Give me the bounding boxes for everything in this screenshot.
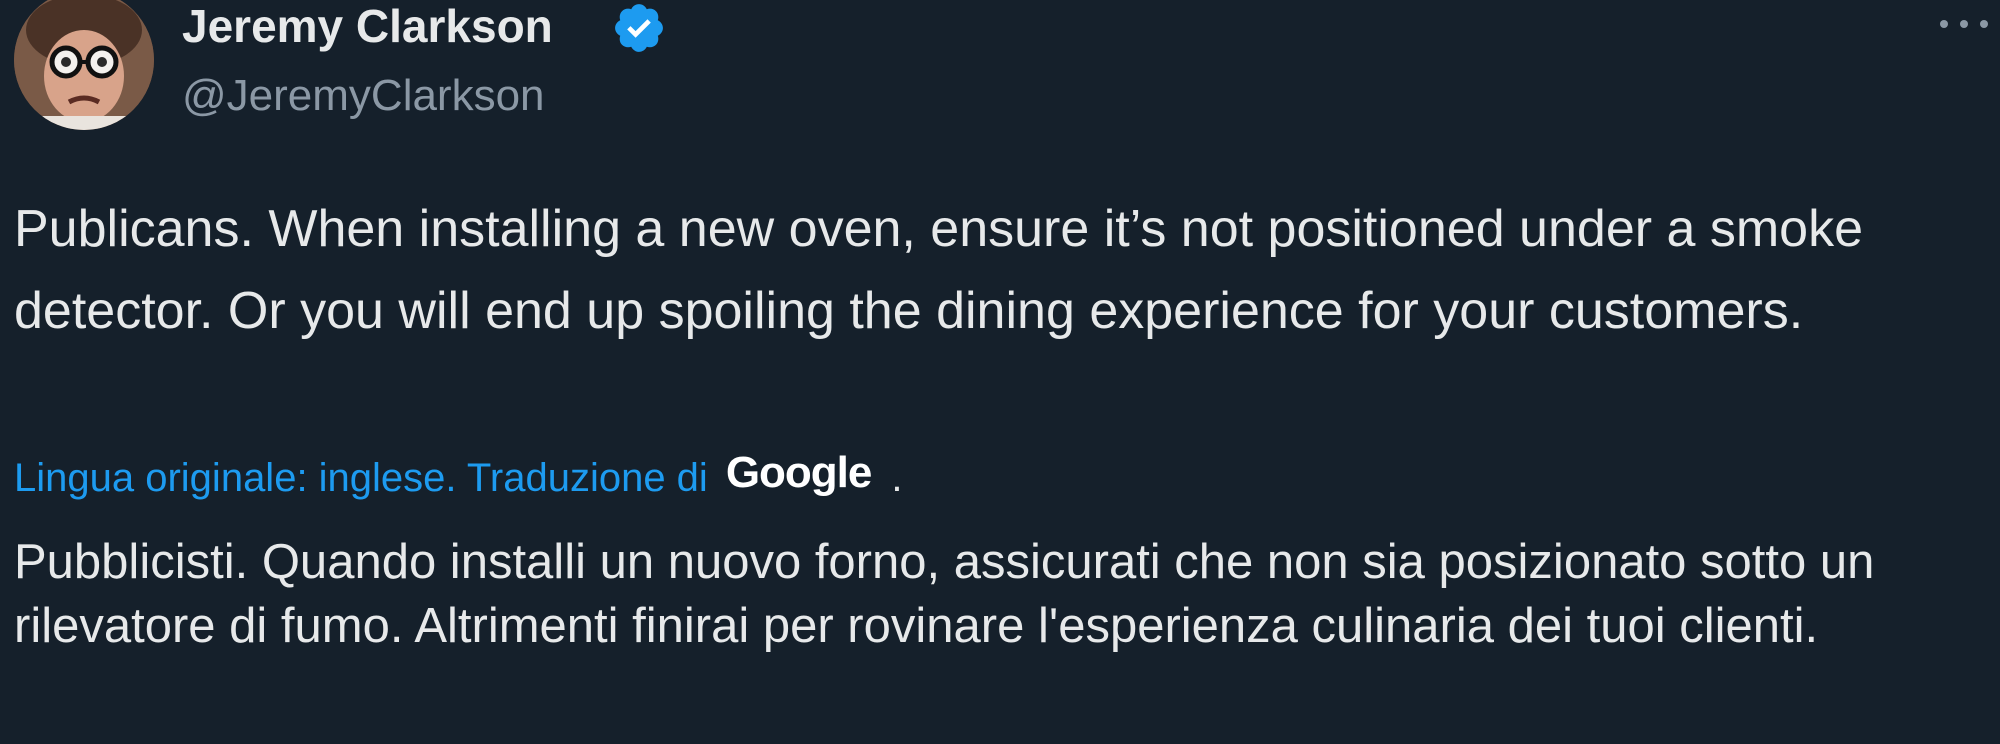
more-options-icon[interactable]: [1934, 6, 1994, 42]
translation-label-link[interactable]: Lingua originale: inglese. Traduzione di: [14, 456, 708, 500]
author-name[interactable]: Jeremy Clarkson: [182, 0, 553, 52]
avatar[interactable]: [14, 0, 154, 130]
translation-trailing-dot: .: [891, 456, 903, 500]
translated-text: Pubblicisti. Quando installi un nuovo fo…: [14, 535, 1875, 653]
google-logo[interactable]: Google: [726, 448, 873, 498]
tweet-text: Publicans. When installing a new oven, e…: [14, 200, 1864, 340]
author-handle[interactable]: @JeremyClarkson: [182, 70, 545, 122]
translation-attribution: Lingua originale: inglese. Traduzione di…: [14, 448, 903, 508]
verified-badge-icon: [615, 4, 663, 52]
